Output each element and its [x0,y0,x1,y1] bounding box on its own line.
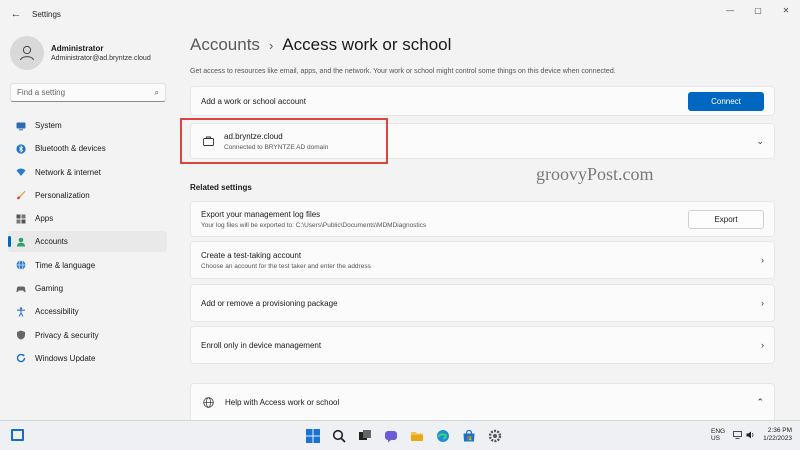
sidebar-item-label: System [35,121,62,130]
related-settings-title: Related settings [190,183,252,192]
help-card[interactable]: Help with Access work or school ⌃ [190,383,775,421]
sidebar-item-windows-update[interactable]: Windows Update [8,348,167,369]
page-title: Access work or school [282,35,452,54]
arrow-left-icon: ← [10,8,22,20]
export-logs-card: Export your management log files Your lo… [190,201,775,237]
clock[interactable]: 2:36 PM 1/22/2023 [763,427,792,443]
avatar [10,36,44,70]
sidebar-item-label: Time & language [35,260,96,270]
minimize-button[interactable]: — [716,0,744,20]
sidebar-item-accounts[interactable]: Accounts [8,231,167,253]
add-account-label: Add a work or school account [201,96,306,106]
task-view-icon[interactable] [355,426,375,446]
profile-name: Administrator [51,44,104,53]
update-icon [16,353,26,363]
wifi-icon [16,167,26,177]
enroll-label: Enroll only in device management [201,340,322,350]
chevron-right-icon: › [761,340,764,350]
test-account-label: Create a test-taking account [201,250,302,260]
file-explorer-icon[interactable] [407,426,427,446]
chevron-right-icon: › [761,298,764,308]
sidebar-item-gaming[interactable]: Gaming [8,278,167,299]
breadcrumb-accounts[interactable]: Accounts [190,35,260,55]
search-icon[interactable] [329,426,349,446]
title-bar: ← Settings — ▢ ✕ [0,0,800,28]
page-description: Get access to resources like email, apps… [190,68,616,75]
sidebar-item-system[interactable]: System [8,115,167,136]
chat-icon[interactable] [381,426,401,446]
breadcrumb: Accounts › Access work or school [190,35,451,55]
help-label: Help with Access work or school [225,397,340,407]
export-logs-path: Your log files will be exported to: C:\U… [201,221,427,229]
sidebar-item-label: Personalization [35,190,90,200]
provisioning-label: Add or remove a provisioning package [201,298,338,308]
search-icon[interactable]: ⌕ [155,88,159,98]
person-icon [16,237,26,247]
export-logs-label: Export your management log files [201,209,321,219]
chevron-right-icon: › [268,37,274,53]
accessibility-icon [16,307,26,317]
taskbar-apps [300,426,508,446]
sidebar-item-label: Accessibility [35,307,79,317]
close-button[interactable]: ✕ [772,0,800,20]
store-icon[interactable] [459,426,479,446]
test-account-card[interactable]: Create a test-taking account Choose an a… [190,241,775,279]
user-profile[interactable]: Administrator Administrator@ad.bryntze.c… [10,36,151,70]
sidebar-item-apps[interactable]: Apps [8,208,167,229]
sidebar-item-label: Windows Update [35,353,96,363]
language-indicator[interactable]: ENG US [711,428,725,442]
globe-icon [16,260,26,271]
nav-list: System Bluetooth & devices Network & int… [8,115,167,371]
enroll-card[interactable]: Enroll only in device management › [190,326,775,364]
widgets-icon[interactable] [11,429,24,441]
sidebar-item-label: Privacy & security [35,330,99,340]
edge-icon[interactable] [433,426,453,446]
window-title: Settings [32,9,61,19]
chevron-right-icon: › [761,255,764,265]
sidebar-item-personalization[interactable]: Personalization [8,185,167,206]
settings-icon[interactable] [485,426,505,446]
sidebar-item-privacy-security[interactable]: Privacy & security [8,325,167,346]
export-button[interactable]: Export [688,209,764,229]
taskbar: ENG US 2:36 PM 1/22/2023 [0,420,800,450]
add-account-card: Add a work or school account Connect [190,86,775,116]
windows-start-icon[interactable] [303,426,323,446]
window-controls: — ▢ ✕ [716,0,800,20]
monitor-icon [16,121,26,131]
watermark: groovyPost.com [536,164,654,184]
gamepad-icon [16,284,26,294]
maximize-button[interactable]: ▢ [744,0,772,20]
person-icon [20,45,34,61]
sidebar-item-label: Apps [35,214,54,224]
network-icon[interactable] [733,431,742,439]
profile-email: Administrator@ad.bryntze.cloud [51,55,151,62]
highlight-box [180,118,388,164]
sidebar-item-bluetooth[interactable]: Bluetooth & devices [8,138,167,159]
brush-icon [16,190,26,200]
sidebar-item-label: Network & internet [35,167,101,177]
bluetooth-icon [16,144,26,154]
search-box[interactable]: ⌕ [10,83,166,102]
sidebar-item-time-language[interactable]: Time & language [8,255,167,276]
chevron-up-icon[interactable]: ⌃ [756,397,764,408]
sidebar-item-network[interactable]: Network & internet [8,162,167,183]
globe-icon [203,396,214,408]
shield-icon [16,330,26,340]
volume-icon[interactable] [746,431,755,439]
test-account-sub: Choose an account for the test taker and… [201,262,371,270]
sidebar-item-accessibility[interactable]: Accessibility [8,301,167,322]
apps-icon [16,214,26,224]
search-input[interactable] [17,88,155,97]
provisioning-card[interactable]: Add or remove a provisioning package › [190,284,775,322]
sidebar-item-label: Gaming [35,284,64,294]
sidebar-item-label: Bluetooth & devices [35,144,106,154]
back-button[interactable]: ← [2,0,30,28]
sidebar: Administrator Administrator@ad.bryntze.c… [0,28,176,420]
sidebar-item-label: Accounts [35,237,68,247]
connect-button[interactable]: Connect [688,91,764,111]
chevron-down-icon[interactable]: ⌄ [756,136,764,147]
system-tray: ENG US 2:36 PM 1/22/2023 [711,427,792,443]
